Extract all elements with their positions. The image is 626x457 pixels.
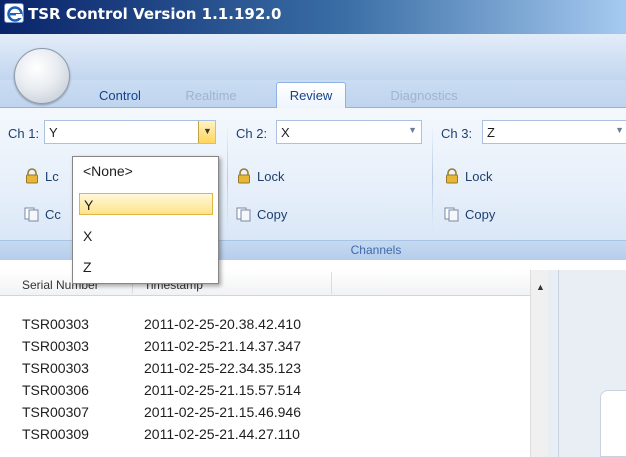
cell-serial[interactable]: TSR00303 [22, 316, 89, 332]
option-y[interactable]: Y [79, 193, 213, 215]
copy-icon [236, 206, 252, 222]
ch3-copy-label: Copy [465, 207, 496, 222]
tab-review[interactable]: Review [276, 82, 346, 109]
padlock-icon [236, 168, 252, 184]
list-scrollbar[interactable] [530, 270, 548, 457]
ch2-copy-button[interactable]: Copy [236, 206, 287, 222]
application-menu-button[interactable] [14, 48, 70, 104]
chevron-down-icon[interactable]: ▼ [615, 125, 624, 135]
ch3-copy-button[interactable]: Copy [444, 206, 495, 222]
ch2-lock-button[interactable]: Lock [236, 168, 284, 184]
padlock-icon [444, 168, 460, 184]
channels-group-title: Channels [350, 243, 402, 257]
detail-card [600, 390, 626, 457]
option-z[interactable]: Z [79, 256, 213, 278]
group-separator [227, 124, 228, 232]
title-bar: TSR Control Version 1.1.192.0 [0, 0, 626, 34]
ch3-combo[interactable]: Z ▼ [482, 120, 626, 144]
chevron-down-icon: ▼ [203, 126, 212, 136]
tab-realtime[interactable]: Realtime [180, 84, 242, 108]
chevron-down-icon[interactable]: ▼ [408, 125, 417, 135]
cell-timestamp[interactable]: 2011-02-25-21.14.37.347 [144, 338, 301, 354]
ch1-dropdown-list: <None> Y X Z [72, 156, 219, 284]
column-divider[interactable] [331, 272, 332, 294]
tab-diagnostics[interactable]: Diagnostics [384, 84, 464, 108]
cell-timestamp[interactable]: 2011-02-25-21.44.27.110 [144, 426, 300, 442]
ie-e-icon [4, 3, 24, 23]
ch1-lock-button[interactable]: Lc [24, 168, 59, 184]
cell-timestamp[interactable]: 2011-02-25-22.34.35.123 [144, 360, 301, 376]
cell-serial[interactable]: TSR00303 [22, 360, 89, 376]
cell-serial[interactable]: TSR00303 [22, 338, 89, 354]
padlock-icon [24, 168, 40, 184]
cell-timestamp[interactable]: 2011-02-25-21.15.46.946 [144, 404, 301, 420]
option-none[interactable]: <None> [79, 160, 213, 182]
ch1-combo-value: Y [49, 125, 58, 140]
ch2-copy-label: Copy [257, 207, 288, 222]
cell-serial[interactable]: TSR00309 [22, 426, 89, 442]
ch2-lock-label: Lock [257, 169, 285, 184]
ch1-label: Ch 1: [8, 126, 40, 141]
quick-access-area [0, 34, 626, 80]
ch3-lock-button[interactable]: Lock [444, 168, 492, 184]
ch1-copy-label: Cc [45, 207, 61, 222]
ch2-label: Ch 2: [236, 126, 268, 141]
ch1-copy-button[interactable]: Cc [24, 206, 61, 222]
scroll-up-arrow-icon[interactable]: ▲ [536, 282, 545, 292]
pane-divider[interactable] [558, 270, 559, 457]
option-x[interactable]: X [79, 225, 213, 247]
cell-serial[interactable]: TSR00306 [22, 382, 89, 398]
ch1-combo-dropdown-button[interactable]: ▼ [198, 121, 215, 143]
ch3-lock-label: Lock [465, 169, 493, 184]
cell-timestamp[interactable]: 2011-02-25-20.38.42.410 [144, 316, 301, 332]
ch2-combo[interactable]: X ▼ [276, 120, 422, 144]
ch1-lock-label: Lc [45, 169, 59, 184]
ch2-combo-value: X [281, 125, 290, 140]
copy-icon [24, 206, 40, 222]
cell-timestamp[interactable]: 2011-02-25-21.15.57.514 [144, 382, 301, 398]
copy-icon [444, 206, 460, 222]
window-title: TSR Control Version 1.1.192.0 [28, 5, 282, 23]
ch1-combo[interactable]: Y ▼ [44, 120, 216, 144]
tab-control[interactable]: Control [90, 84, 150, 108]
group-separator [432, 124, 433, 232]
ch3-label: Ch 3: [441, 126, 473, 141]
cell-serial[interactable]: TSR00307 [22, 404, 89, 420]
ch3-combo-value: Z [487, 125, 495, 140]
